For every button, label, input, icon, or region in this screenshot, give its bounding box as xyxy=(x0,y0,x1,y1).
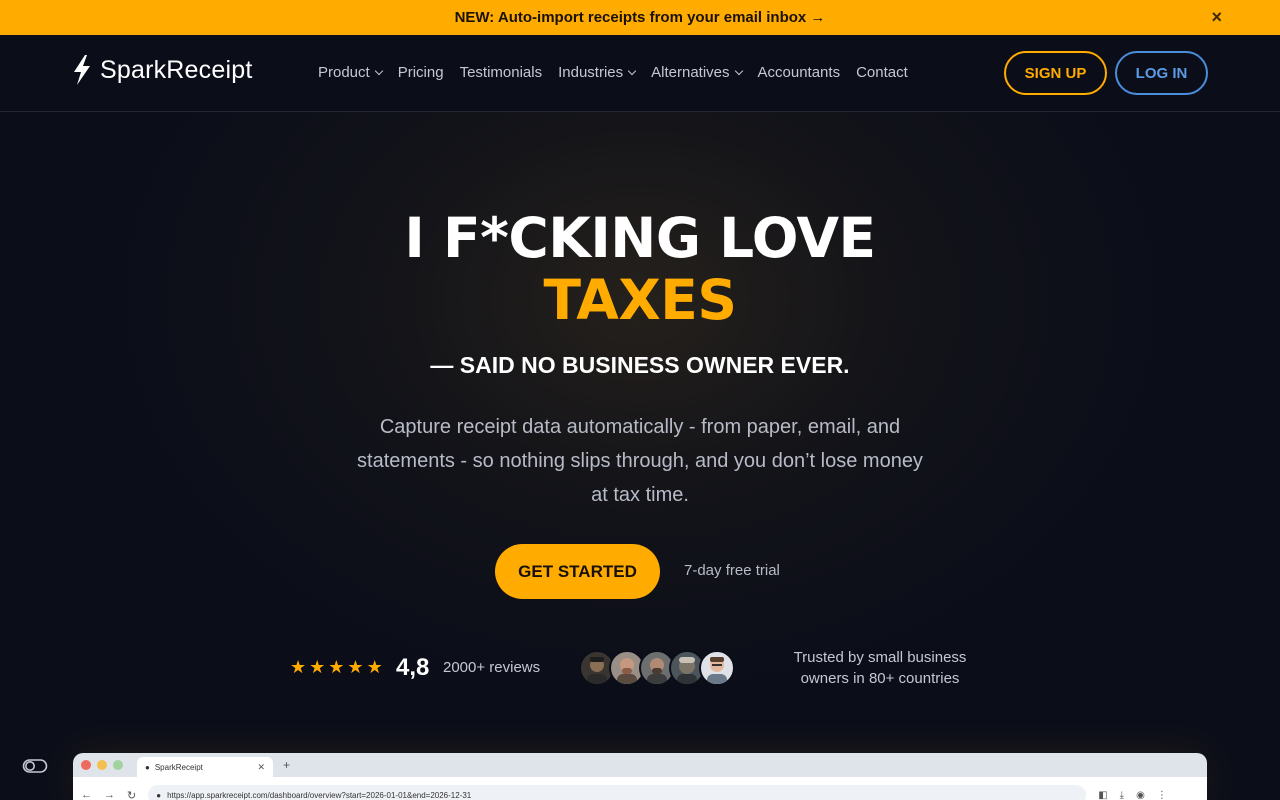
download-icon: ⤓ xyxy=(1119,789,1125,800)
browser-tab-bar: ● SparkReceipt ✕ + xyxy=(73,753,1207,777)
logo[interactable]: SparkReceipt xyxy=(72,55,252,85)
nav-item-pricing[interactable]: Pricing xyxy=(398,64,444,81)
toggle-icon[interactable] xyxy=(22,758,48,774)
new-tab-icon: + xyxy=(283,758,291,772)
customer-avatars xyxy=(579,650,735,686)
chevron-down-icon xyxy=(734,66,743,76)
trusted-by-text: Trusted by small business owners in 80+ … xyxy=(770,647,990,689)
banner-text[interactable]: NEW: Auto-import receipts from your emai… xyxy=(455,9,826,26)
star-icon: ★ xyxy=(309,657,326,677)
rating-stars: ★ ★ ★ ★ ★ xyxy=(290,658,383,676)
extension-icon: ◧ xyxy=(1098,789,1108,800)
browser-toolbar-actions: ◧ ⤓ ◉ ⋮ xyxy=(1098,790,1167,800)
nav-label: Contact xyxy=(856,64,908,81)
signup-button[interactable]: SIGN UP xyxy=(1004,51,1107,95)
logo-text: SparkReceipt xyxy=(100,55,253,84)
avatar xyxy=(699,650,735,686)
reload-icon: ↻ xyxy=(127,789,137,800)
rating-value: 4,8 xyxy=(396,654,430,681)
close-icon[interactable]: × xyxy=(1211,8,1222,26)
nav-label: Testimonials xyxy=(459,64,543,81)
trusted-line-1: Trusted by small business xyxy=(793,649,967,666)
browser-tab-title: SparkReceipt xyxy=(154,762,203,772)
nav-label: Alternatives xyxy=(651,64,730,81)
login-button[interactable]: LOG IN xyxy=(1115,51,1208,95)
star-icon: ★ xyxy=(366,657,383,677)
chevron-down-icon xyxy=(374,66,383,76)
menu-icon: ⋮ xyxy=(1156,789,1167,800)
nav-label: Pricing xyxy=(397,64,444,81)
page: NEW: Auto-import receipts from your emai… xyxy=(0,0,1280,800)
window-maximize-dot xyxy=(113,760,123,770)
nav-item-contact[interactable]: Contact xyxy=(856,64,908,81)
trial-note: 7-day free trial xyxy=(684,562,780,579)
hero-description: Capture receipt data automatically - fro… xyxy=(357,416,923,506)
favicon-icon: ● xyxy=(145,762,150,772)
site-info-icon: ● xyxy=(156,790,162,800)
review-count: 2000+ reviews xyxy=(443,659,541,676)
trusted-line-2: owners in 80+ countries xyxy=(800,670,960,687)
nav-label: Industries xyxy=(558,64,624,81)
browser-url-bar: ● https://app.sparkreceipt.com/dashboard… xyxy=(148,785,1087,800)
nav-item-alternatives[interactable]: Alternatives xyxy=(651,64,743,81)
window-minimize-dot xyxy=(97,760,107,770)
hero-headline: I F*CKING LOVE xyxy=(404,206,876,270)
back-arrow-icon: ← xyxy=(81,789,92,800)
hero-subtitle: — SAID NO BUSINESS OWNER EVER. xyxy=(430,352,850,378)
window-close-dot xyxy=(81,760,91,770)
chevron-down-icon xyxy=(627,66,637,76)
lightning-bolt-icon xyxy=(74,55,90,85)
site-header: SparkReceipt Product Pricing Testimonial… xyxy=(0,35,1280,112)
app-preview-browser: ● SparkReceipt ✕ + ← → ↻ ● https://app.s… xyxy=(73,753,1207,800)
nav-item-accountants[interactable]: Accountants xyxy=(758,64,841,81)
star-icon: ★ xyxy=(328,657,345,677)
announcement-banner[interactable]: NEW: Auto-import receipts from your emai… xyxy=(0,0,1280,35)
nav-label: Accountants xyxy=(757,64,841,81)
star-icon: ★ xyxy=(347,657,364,677)
browser-toolbar: ← → ↻ ● https://app.sparkreceipt.com/das… xyxy=(73,777,1207,800)
browser-url: https://app.sparkreceipt.com/dashboard/o… xyxy=(167,790,472,800)
main-nav: Product Pricing Testimonials Industries … xyxy=(318,64,908,81)
nav-label: Product xyxy=(318,64,370,81)
nav-item-testimonials[interactable]: Testimonials xyxy=(460,64,543,81)
nav-item-industries[interactable]: Industries xyxy=(558,64,637,81)
get-started-button[interactable]: GET STARTED xyxy=(495,544,660,599)
browser-tab: ● SparkReceipt ✕ xyxy=(137,757,273,777)
forward-arrow-icon: → xyxy=(104,789,115,800)
nav-item-product[interactable]: Product xyxy=(318,64,383,81)
profile-icon: ◉ xyxy=(1136,789,1145,800)
tab-close-icon: ✕ xyxy=(257,761,265,772)
star-icon: ★ xyxy=(290,657,307,677)
hero-headline-accent: TAXES xyxy=(543,268,737,332)
